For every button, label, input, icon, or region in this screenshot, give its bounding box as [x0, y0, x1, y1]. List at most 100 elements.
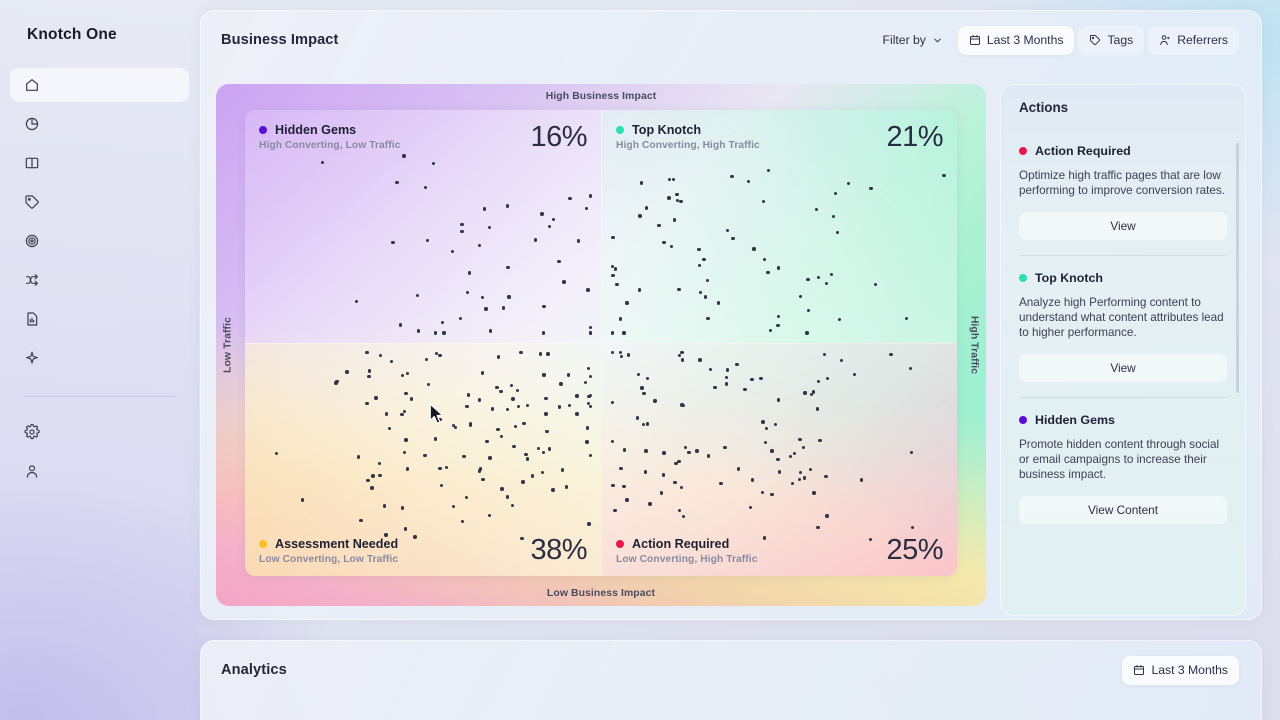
chevron-down-icon: [932, 35, 943, 46]
quadrant-percent: 25%: [886, 536, 943, 565]
quadrant-label: Assessment Needed: [275, 537, 398, 551]
status-dot: [1019, 274, 1027, 282]
tags-filter-label: Tags: [1107, 33, 1133, 47]
sidebar-item-platform-settings[interactable]: [10, 415, 189, 449]
sidebar-nav: [0, 68, 199, 375]
analytics-controls: Last 3 Months: [1122, 656, 1239, 685]
sidebar-item-tags[interactable]: [10, 185, 189, 219]
action-card-view-button[interactable]: View: [1019, 354, 1227, 382]
action-card-description: Analyze high Performing content to under…: [1019, 296, 1227, 341]
sidebar-item-admin[interactable]: [10, 454, 189, 488]
sidebar-divider: [24, 396, 175, 397]
sidebar-nav-footer: [0, 415, 199, 488]
sidebar-item-home[interactable]: [10, 68, 189, 102]
quadrant-sublabel: Low Converting, High Traffic: [616, 554, 757, 565]
date-range-button[interactable]: Last 3 Months: [958, 26, 1075, 55]
quadrant-percent: 16%: [530, 123, 587, 152]
business-impact-header: Business Impact Filter by Last 3 Months: [201, 11, 1261, 69]
action-card-label: Hidden Gems: [1035, 413, 1115, 427]
quadrant-title-action-required: Action Required: [616, 537, 757, 551]
actions-panel-header: Actions: [1001, 85, 1245, 130]
business-impact-panel: Business Impact Filter by Last 3 Months: [200, 10, 1262, 620]
quadrant-title-hidden-gems: Hidden Gems: [259, 123, 400, 137]
axis-label-high-traffic: High Traffic: [969, 310, 980, 380]
gear-icon: [24, 424, 40, 440]
quadrant-sublabel: High Converting, Low Traffic: [259, 140, 400, 151]
user-icon: [24, 463, 40, 479]
actions-title: Actions: [1019, 100, 1068, 115]
quadrant-title-assessment-needed: Assessment Needed: [259, 537, 398, 551]
legend-dot-assessment-needed: [259, 540, 267, 548]
quadrant-action-required[interactable]: Action Required Low Converting, High Tra…: [601, 343, 957, 576]
action-card-title: Top Knotch: [1019, 271, 1227, 285]
business-impact-controls: Filter by Last 3 Months: [872, 26, 1239, 55]
action-card-description: Promote hidden content through social or…: [1019, 438, 1227, 483]
app-root: Knotch One Business Impact Filter by: [0, 0, 1280, 720]
filter-by-label: Filter by: [883, 33, 926, 47]
tags-filter-button[interactable]: Tags: [1078, 26, 1144, 55]
legend-dot-hidden-gems: [259, 126, 267, 134]
action-card-description: Optimize high traffic pages that are low…: [1019, 169, 1227, 199]
quadrant-title-top-knotch: Top Knotch: [616, 123, 760, 137]
pie-chart-icon: [24, 116, 40, 132]
legend-dot-action-required: [616, 540, 624, 548]
sidebar-item-reports[interactable]: [10, 302, 189, 336]
quadrant-sublabel: High Converting, High Traffic: [616, 140, 760, 151]
quadrant-label: Top Knotch: [632, 123, 701, 137]
quadrant-top-knotch[interactable]: Top Knotch High Converting, High Traffic…: [601, 110, 957, 343]
sidebar-item-pages[interactable]: [10, 146, 189, 180]
analytics-date-range-button[interactable]: Last 3 Months: [1122, 656, 1239, 685]
quadrant-label: Hidden Gems: [275, 123, 356, 137]
book-icon: [24, 155, 40, 171]
date-range-label: Last 3 Months: [987, 33, 1064, 47]
analytics-date-range-label: Last 3 Months: [1151, 663, 1228, 677]
business-impact-quadrant-chart: High Business Impact Low Business Impact…: [216, 84, 986, 606]
calendar-icon: [1133, 664, 1145, 676]
target-icon: [24, 233, 40, 249]
main-content: Business Impact Filter by Last 3 Months: [199, 0, 1280, 720]
actions-list: Action Required Optimize high traffic pag…: [1001, 130, 1245, 615]
app-brand: Knotch One: [0, 26, 199, 44]
report-icon: [24, 311, 40, 327]
quadrant-sublabel: Low Converting, Low Traffic: [259, 554, 398, 565]
action-card-view-button[interactable]: View Content: [1019, 496, 1227, 524]
sidebar-item-pathways[interactable]: [10, 263, 189, 297]
actions-scrollbar[interactable]: [1236, 143, 1239, 393]
status-dot: [1019, 416, 1027, 424]
action-card-title: Hidden Gems: [1019, 413, 1227, 427]
referrers-filter-label: Referrers: [1177, 33, 1228, 47]
quadrant-percent: 38%: [530, 536, 587, 565]
analytics-panel: Analytics Last 3 Months: [200, 640, 1262, 720]
quadrant-assessment-needed[interactable]: Assessment Needed Low Converting, Low Tr…: [245, 343, 601, 576]
actions-panel: Actions Action Required Optimize high tra…: [1000, 84, 1246, 616]
sidebar-item-analytics[interactable]: [10, 107, 189, 141]
quadrant-grid: Hidden Gems High Converting, Low Traffic…: [245, 110, 957, 576]
legend-dot-top-knotch: [616, 126, 624, 134]
action-card-label: Action Required: [1035, 144, 1131, 158]
action-card: Action Required Optimize high traffic pag…: [1019, 144, 1227, 256]
quadrant-label: Action Required: [632, 537, 729, 551]
axis-label-high-business-impact: High Business Impact: [216, 91, 986, 102]
action-card: Top Knotch Analyze high Performing conten…: [1019, 271, 1227, 398]
user-icon: [1159, 34, 1171, 46]
action-card-label: Top Knotch: [1035, 271, 1103, 285]
action-card: Hidden Gems Promote hidden content throug…: [1019, 413, 1227, 539]
action-card-title: Action Required: [1019, 144, 1227, 158]
tag-icon: [1089, 34, 1101, 46]
sidebar-item-aiq[interactable]: [10, 341, 189, 375]
axis-label-low-traffic: Low Traffic: [223, 310, 234, 380]
quadrant-hidden-gems[interactable]: Hidden Gems High Converting, Low Traffic…: [245, 110, 601, 343]
axis-label-low-business-impact: Low Business Impact: [216, 588, 986, 599]
filter-by-dropdown[interactable]: Filter by: [872, 26, 954, 55]
sidebar-item-conversions[interactable]: [10, 224, 189, 258]
sparkle-icon: [24, 350, 40, 366]
action-card-view-button[interactable]: View: [1019, 212, 1227, 240]
analytics-header: Analytics Last 3 Months: [201, 641, 1261, 699]
quadrant-percent: 21%: [886, 123, 943, 152]
shuffle-icon: [24, 272, 40, 288]
sidebar: Knotch One: [0, 0, 199, 720]
referrers-filter-button[interactable]: Referrers: [1148, 26, 1239, 55]
page-title: Business Impact: [221, 32, 338, 48]
calendar-icon: [969, 34, 981, 46]
analytics-title: Analytics: [221, 662, 287, 678]
